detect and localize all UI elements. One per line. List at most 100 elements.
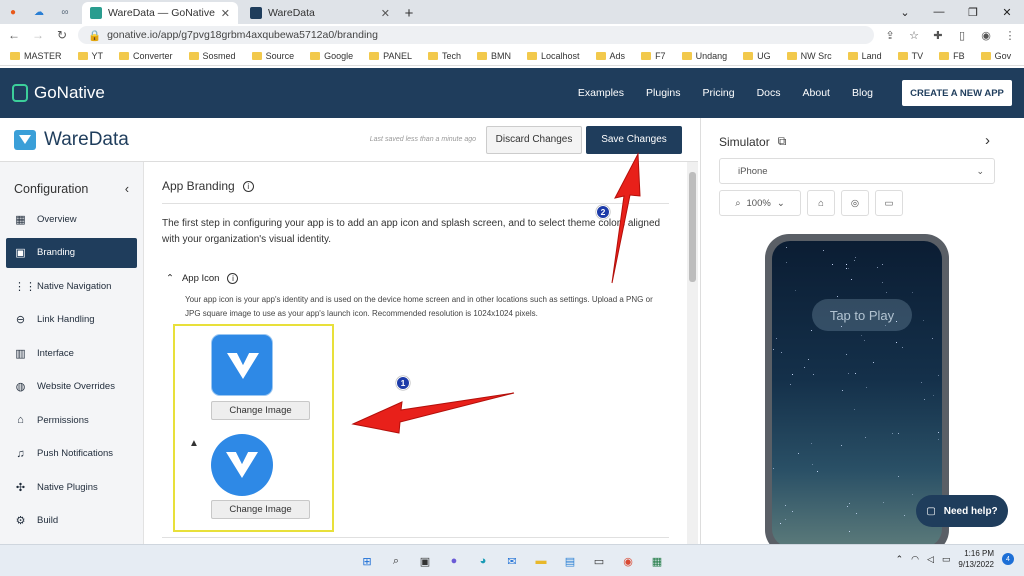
wifi-icon[interactable]: ◠ (911, 554, 919, 565)
bookmark-item[interactable]: Tech (428, 51, 461, 61)
edge-icon[interactable]: ◕ (472, 550, 494, 572)
sidepanel-icon[interactable]: ▯ (954, 29, 970, 42)
star-decoration (808, 359, 810, 361)
bookmark-item[interactable]: F7 (641, 51, 666, 61)
nav-examples[interactable]: Examples (567, 87, 635, 99)
notification-badge[interactable]: 4 (1002, 553, 1014, 565)
discard-changes-button[interactable]: Discard Changes (486, 125, 582, 154)
scrollbar-thumb[interactable] (689, 172, 696, 282)
screenshot-button[interactable]: ◎ (841, 190, 869, 216)
task-view-icon[interactable]: ▣ (414, 550, 436, 572)
external-link-icon[interactable]: ⧉ (778, 134, 787, 149)
sidebar-item-label: Native Plugins (37, 481, 98, 493)
extensions-icon[interactable]: ✚ (930, 29, 946, 42)
forward-icon[interactable]: → (30, 28, 46, 42)
bookmark-item[interactable]: PANEL (369, 51, 412, 61)
info-icon[interactable]: i (242, 180, 254, 192)
bookmark-item[interactable]: Gov (980, 51, 1011, 61)
minimize-icon[interactable]: — (922, 0, 956, 24)
phone-screen[interactable]: Tap to Play (772, 241, 942, 547)
bookmark-item[interactable]: YT (77, 51, 103, 61)
chrome-icon[interactable]: ◉ (617, 550, 639, 572)
start-icon[interactable]: ⊞ (356, 550, 378, 572)
chevron-right-icon[interactable]: › (985, 132, 990, 149)
sidebar-item-interface[interactable]: ▥ Interface (6, 338, 137, 368)
clock[interactable]: 1:16 PM 9/13/2022 (958, 548, 994, 570)
file-explorer-icon[interactable]: ▬ (530, 550, 552, 572)
excel-icon[interactable]: ▦ (646, 550, 668, 572)
home-button[interactable]: ⌂ (807, 190, 835, 216)
android-change-image-button[interactable]: Change Image (211, 500, 310, 519)
close-tab-icon[interactable]: ✕ (221, 7, 230, 20)
battery-icon[interactable]: ▭ (942, 554, 951, 565)
sidebar-item-push-notifications[interactable]: ♫ Push Notifications (6, 439, 137, 469)
bookmark-item[interactable]: TV (897, 51, 923, 61)
zoom-select[interactable]: ⌕ 100% ⌄ (719, 190, 801, 216)
maximize-icon[interactable]: ❐ (956, 0, 990, 24)
save-changes-button[interactable]: Save Changes (586, 125, 682, 154)
bookmark-item[interactable]: Converter (119, 51, 173, 61)
sidebar-item-build[interactable]: ⚙ Build (6, 506, 137, 536)
nav-docs[interactable]: Docs (746, 87, 792, 99)
share-icon[interactable]: ⇪ (882, 29, 898, 42)
sidebar-item-native-plugins[interactable]: ✣ Native Plugins (6, 472, 137, 502)
sidebar-item-label: Permissions (37, 414, 89, 426)
rotate-button[interactable]: ▭ (875, 190, 903, 216)
waredata-logo-icon (227, 353, 259, 379)
sidebar-item-branding[interactable]: ▣ Branding (6, 237, 137, 268)
sidebar-item-native-navigation[interactable]: ⋮⋮ Native Navigation (6, 271, 137, 301)
bookmark-item[interactable]: FB (939, 51, 965, 61)
bookmark-item[interactable]: BMN (477, 51, 511, 61)
window-icon[interactable]: ▭ (588, 550, 610, 572)
search-icon[interactable]: ⌕ (385, 550, 407, 572)
new-tab-button[interactable]: + (398, 2, 420, 24)
volume-icon[interactable]: ◁ (927, 554, 934, 565)
mail-icon[interactable]: ✉ (501, 550, 523, 572)
nav-plugins[interactable]: Plugins (635, 87, 691, 99)
need-help-button[interactable]: ▢ Need help? (916, 495, 1008, 527)
sidebar-item-link-handling[interactable]: ⊖ Link Handling (6, 305, 137, 335)
bookmark-item[interactable]: MASTER (10, 51, 62, 61)
chevron-up-icon[interactable]: ⌃ (896, 554, 904, 565)
menu-icon[interactable]: ⋮ (1002, 29, 1018, 42)
pinned-tab-2[interactable]: ☁ (26, 0, 52, 24)
nav-about[interactable]: About (792, 87, 841, 99)
close-tab-icon[interactable]: ✕ (381, 7, 390, 20)
nav-blog[interactable]: Blog (841, 87, 884, 99)
sidebar-item-website-overrides[interactable]: ◍ Website Overrides (6, 372, 137, 402)
tab-search-icon[interactable]: ⌄ (888, 0, 922, 24)
bookmark-item[interactable]: Localhost (527, 51, 580, 61)
tab-gonative-build[interactable]: WareData — GoNative App Build ✕ (82, 2, 238, 24)
bookmark-item[interactable]: Source (251, 51, 294, 61)
reload-icon[interactable]: ↻ (54, 28, 70, 42)
collapse-chevron-icon[interactable]: ‹ (125, 182, 129, 196)
bookmark-item[interactable]: NW Src (786, 51, 832, 61)
pinned-tab-1[interactable]: ● (0, 0, 26, 24)
profile-avatar-icon[interactable]: ◉ (978, 29, 994, 42)
pinned-tab-3[interactable]: ∞ (52, 0, 78, 24)
bookmark-item[interactable]: Undang (681, 51, 727, 61)
bookmark-item[interactable]: Google (310, 51, 353, 61)
star-decoration (817, 470, 819, 472)
bookmark-item[interactable]: Sosmed (188, 51, 236, 61)
bookmark-star-icon[interactable]: ☆ (906, 29, 922, 42)
close-window-icon[interactable]: ✕ (990, 0, 1024, 24)
url-field[interactable]: 🔒 gonative.io/app/g7pvg18grbm4axqubewa57… (78, 26, 874, 44)
info-icon[interactable]: i (227, 273, 239, 284)
notepad-icon[interactable]: ▤ (559, 550, 581, 572)
sidebar-item-permissions[interactable]: ⌂ Permissions (6, 405, 137, 435)
bookmark-item[interactable]: UG (743, 51, 771, 61)
create-new-app-button[interactable]: CREATE A NEW APP (902, 80, 1012, 106)
back-icon[interactable]: ← (6, 28, 22, 42)
chat-icon[interactable]: ● (443, 550, 465, 572)
tap-to-play-button[interactable]: Tap to Play (812, 299, 912, 331)
bookmark-item[interactable]: Ads (595, 51, 625, 61)
app-icon-section-header[interactable]: ⌃ App Icon i (166, 273, 239, 284)
nav-pricing[interactable]: Pricing (691, 87, 745, 99)
device-select[interactable]: iPhone ⌄ (719, 158, 995, 184)
gonative-logo[interactable]: GoNative (12, 83, 105, 103)
sidebar-item-overview[interactable]: ▦ Overview (6, 204, 137, 234)
ios-change-image-button[interactable]: Change Image (211, 401, 310, 420)
tab-waredata[interactable]: WareData ✕ (242, 2, 398, 24)
bookmark-item[interactable]: Land (847, 51, 882, 61)
